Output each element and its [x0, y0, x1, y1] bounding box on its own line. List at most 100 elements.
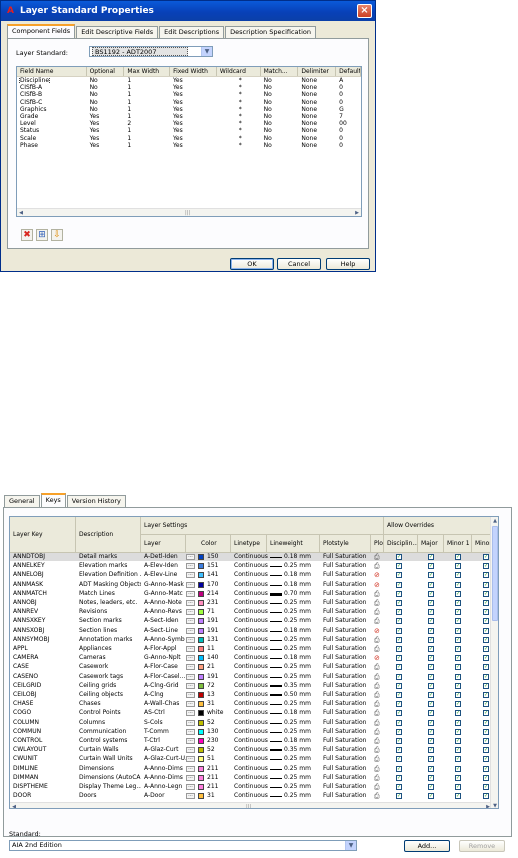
ok-button[interactable]: OK [230, 258, 274, 270]
override-checkbox[interactable]: ✓ [428, 701, 434, 708]
color-cell[interactable]: 140 [207, 654, 231, 662]
override-checkbox[interactable]: ✓ [396, 590, 402, 597]
printer-icon[interactable]: ⎙ [374, 700, 380, 708]
description-cell[interactable]: Cameras [79, 654, 141, 662]
description-cell[interactable]: ADT Masking Objects [79, 581, 141, 589]
override-checkbox[interactable]: ✓ [455, 581, 461, 588]
description-cell[interactable]: Chases [79, 700, 141, 708]
scroll-left-icon[interactable]: ◀ [17, 209, 25, 216]
override-checkbox[interactable]: ✓ [483, 590, 489, 597]
tab-description-specification[interactable]: Description Specification [225, 26, 316, 38]
description-browse-button[interactable]: ... [186, 756, 195, 763]
layer-name-cell[interactable]: A-Glaz-Curt-U... [144, 755, 186, 763]
plotstyle-cell[interactable]: Full Saturation [323, 774, 371, 782]
layer-name-cell[interactable]: G-Anno-Mask [144, 581, 186, 589]
description-browse-button[interactable]: ... [186, 701, 195, 708]
layer-key-row[interactable]: CEILGRID Ceiling grids A-Clng-Grid... 72 Con… [10, 682, 498, 690]
printer-icon[interactable]: ⎙ [374, 746, 380, 754]
close-button[interactable]: × [357, 4, 372, 18]
linetype-cell[interactable]: Continuous [234, 571, 268, 579]
printer-icon[interactable]: ⎙ [374, 691, 380, 699]
column-header[interactable]: Delimiter [298, 67, 337, 76]
linetype-cell[interactable]: Continuous [234, 682, 268, 690]
column-header[interactable]: Fixed Width [170, 67, 217, 76]
override-checkbox[interactable]: ✓ [455, 765, 461, 772]
description-cell[interactable]: Ceiling grids [79, 682, 141, 690]
override-checkbox[interactable]: ✓ [455, 664, 461, 671]
tab-component-fields[interactable]: Component Fields [7, 24, 76, 38]
printer-icon[interactable]: ⎙ [374, 737, 380, 745]
override-checkbox[interactable]: ✓ [455, 756, 461, 763]
description-cell[interactable]: Revisions [79, 608, 141, 616]
description-browse-button[interactable]: ... [186, 774, 195, 781]
layer-name-cell[interactable]: A-Anno-Dims [144, 774, 186, 782]
override-checkbox[interactable]: ✓ [455, 682, 461, 689]
printer-icon[interactable]: ⎙ [374, 719, 380, 727]
header-description[interactable]: Description [76, 517, 141, 553]
description-cell[interactable]: Detail marks [79, 553, 141, 561]
description-cell[interactable]: Elevation Definition ... [79, 571, 141, 579]
horizontal-scrollbar[interactable]: ◀ ||| ▶ [10, 802, 492, 809]
header-linetype[interactable]: Linetype [231, 535, 267, 553]
description-browse-button[interactable]: ... [186, 572, 195, 579]
layer-keys-grid[interactable]: Layer Key Description Layer Settings All… [9, 516, 499, 809]
lineweight-cell[interactable]: 0.25 mm [284, 783, 320, 791]
scroll-thumb[interactable] [492, 526, 498, 621]
layer-name-cell[interactable]: A-Detl-Iden [144, 553, 186, 561]
description-cell[interactable]: Communication [79, 728, 141, 736]
layer-name-cell[interactable]: A-Anno-Legn [144, 783, 186, 791]
lineweight-cell[interactable]: 0.25 mm [284, 700, 320, 708]
header-color[interactable]: Color [186, 535, 231, 553]
override-checkbox[interactable]: ✓ [428, 646, 434, 652]
lineweight-cell[interactable]: 0.18 mm [284, 654, 320, 662]
description-cell[interactable]: Casework [79, 663, 141, 671]
lineweight-cell[interactable]: 0.25 mm [284, 728, 320, 736]
scroll-up-icon[interactable]: ▲ [491, 517, 498, 525]
description-browse-button[interactable]: ... [186, 784, 195, 790]
plotstyle-cell[interactable]: Full Saturation [323, 783, 371, 791]
component-fields-list[interactable]: Field Name Optional Max Width Fixed Width Wi… [16, 66, 362, 217]
override-checkbox[interactable]: ✓ [396, 728, 402, 735]
override-checkbox[interactable]: ✓ [483, 609, 489, 616]
column-header[interactable]: Optional [87, 67, 125, 76]
override-checkbox[interactable]: ✓ [396, 719, 402, 726]
linetype-cell[interactable]: Continuous [234, 562, 268, 570]
override-checkbox[interactable]: ✓ [428, 563, 434, 570]
layer-name-cell[interactable]: G-Anno-Nplt [144, 654, 186, 662]
override-checkbox[interactable]: ✓ [396, 765, 402, 772]
list-row[interactable]: Graphics No 1 Yes * No None G [17, 106, 361, 113]
color-cell[interactable]: 13 [207, 691, 231, 699]
layer-name-cell[interactable]: A-Anno-Note [144, 599, 186, 607]
plotstyle-cell[interactable]: Full Saturation [323, 645, 371, 653]
override-checkbox[interactable]: ✓ [428, 636, 434, 643]
layer-key-row[interactable]: COLUMN Columns S-Cols... 52 Continuous 0.25 m… [10, 719, 498, 727]
layer-name-cell[interactable]: A-Elev-Line [144, 571, 186, 579]
override-checkbox[interactable]: ✓ [428, 682, 434, 689]
override-checkbox[interactable]: ✓ [455, 738, 461, 744]
override-checkbox[interactable]: ✓ [455, 673, 461, 680]
description-cell[interactable]: Control systems [79, 737, 141, 745]
override-checkbox[interactable]: ✓ [483, 581, 489, 588]
color-cell[interactable]: 21 [207, 663, 231, 671]
layer-key-row[interactable]: CASE Casework A-Flor-Case... 21 Continuous 0.… [10, 663, 498, 671]
list-row[interactable]: Phase Yes 1 Yes * No None 0 [17, 142, 361, 149]
override-checkbox[interactable]: ✓ [483, 554, 489, 560]
scroll-grip-icon[interactable]: ||| [246, 805, 251, 809]
override-checkbox[interactable]: ✓ [396, 655, 402, 662]
plotstyle-cell[interactable]: Full Saturation [323, 709, 371, 717]
layer-key-row[interactable]: DIMMAN Dimensions (AutoCA... A-Anno-Dims..… [10, 774, 498, 782]
plotstyle-cell[interactable]: Full Saturation [323, 755, 371, 763]
color-cell[interactable]: 131 [207, 636, 231, 644]
description-browse-button[interactable]: ... [186, 600, 195, 606]
layer-key-row[interactable]: CWLAYOUT Curtain Walls A-Glaz-Curt... 52 Con… [10, 746, 498, 754]
lineweight-cell[interactable]: 0.18 mm [284, 627, 320, 635]
description-browse-button[interactable]: ... [186, 664, 195, 671]
lineweight-cell[interactable]: 0.18 mm [284, 571, 320, 579]
layer-key-row[interactable]: CONTROL Control systems T-Ctrl... 230 Contin… [10, 737, 498, 745]
override-checkbox[interactable]: ✓ [396, 572, 402, 579]
override-checkbox[interactable]: ✓ [428, 664, 434, 671]
override-checkbox[interactable]: ✓ [483, 756, 489, 763]
override-checkbox[interactable]: ✓ [428, 554, 434, 560]
layer-name-cell[interactable]: A-Elev-Iden [144, 562, 186, 570]
layer-key-row[interactable]: CHASE Chases A-Wall-Chas... 31 Continuous 0.2… [10, 700, 498, 708]
